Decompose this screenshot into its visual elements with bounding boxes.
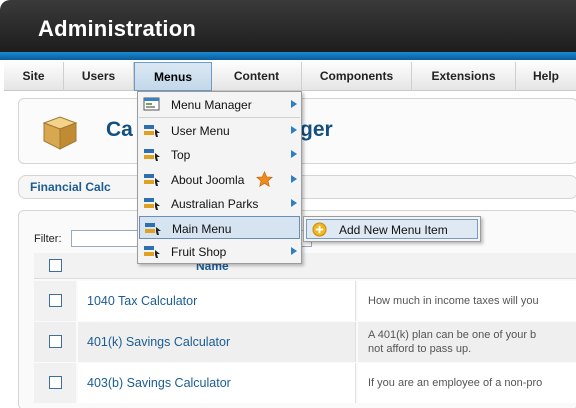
filter-input[interactable] (71, 230, 141, 247)
menus-dropdown: Menu Manager User Menu Top About Joomla (137, 91, 302, 264)
menu-extensions[interactable]: Extensions (412, 62, 516, 91)
main-menu-submenu: Add New Menu Item (303, 216, 481, 242)
table-row: 1040 Tax Calculator How much in income t… (34, 281, 576, 321)
table-row: 401(k) Savings Calculator A 401(k) plan … (34, 322, 576, 362)
subtab-financial[interactable]: Financial Calc (30, 180, 111, 194)
filter-label: Filter: (34, 233, 62, 245)
main-menubar: Site Users Menus Content Components Exte… (4, 62, 576, 91)
menu-site[interactable]: Site (4, 62, 64, 91)
row-description: If you are an employee of a non-pro (368, 377, 543, 389)
dropdown-item-label: Fruit Shop (171, 245, 227, 259)
select-all-checkbox[interactable] (49, 259, 62, 272)
menu-icon (144, 149, 160, 161)
menu-icon (144, 198, 160, 210)
menu-icon (144, 246, 160, 258)
row-name-link[interactable]: 401(k) Savings Calculator (87, 335, 230, 349)
row-checkbox[interactable] (49, 294, 62, 307)
home-star-icon (256, 171, 273, 188)
menu-menus[interactable]: Menus (134, 62, 212, 91)
admin-header: Administration (0, 0, 576, 58)
chevron-right-icon (291, 247, 297, 255)
dropdown-item-main-menu[interactable]: Main Menu (139, 216, 300, 239)
menu-icon (144, 125, 160, 137)
dropdown-item-label: Menu Manager (171, 98, 252, 112)
menu-help[interactable]: Help (516, 62, 576, 91)
menu-content[interactable]: Content (212, 62, 302, 91)
row-name-link[interactable]: 1040 Tax Calculator (87, 294, 197, 308)
box-icon (42, 116, 78, 150)
chevron-right-icon (291, 126, 297, 134)
table-row: 403(b) Savings Calculator If you are an … (34, 363, 576, 403)
row-description: A 401(k) plan can be one of your b (368, 329, 537, 341)
row-description: How much in income taxes will you (368, 295, 539, 307)
dropdown-item-label: About Joomla (171, 173, 245, 187)
menu-users[interactable]: Users (64, 62, 134, 91)
row-description-line2: not afford to pass up. (368, 343, 472, 355)
dropdown-item-menu-manager[interactable]: Menu Manager (139, 93, 300, 116)
menu-components[interactable]: Components (302, 62, 412, 91)
submenu-item-label: Add New Menu Item (339, 223, 448, 237)
dropdown-item-label: User Menu (171, 124, 230, 138)
row-checkbox[interactable] (49, 335, 62, 348)
dropdown-item-top[interactable]: Top (139, 143, 300, 166)
header-stripe (0, 52, 576, 60)
dropdown-item-label: Australian Parks (171, 197, 259, 211)
table-header (34, 253, 576, 279)
dropdown-item-australian-parks[interactable]: Australian Parks (139, 192, 300, 215)
row-checkbox[interactable] (49, 376, 62, 389)
dropdown-separator (139, 117, 300, 118)
row-name-link[interactable]: 403(b) Savings Calculator (87, 376, 231, 390)
dropdown-item-about-joomla[interactable]: About Joomla (139, 168, 300, 191)
dropdown-item-user-menu[interactable]: User Menu (139, 119, 300, 142)
add-icon (312, 222, 327, 237)
submenu-item-add-new-menu-item[interactable]: Add New Menu Item (306, 219, 478, 239)
menu-icon (144, 174, 160, 186)
chevron-right-icon (291, 199, 297, 207)
page-title-end: ger (300, 118, 333, 141)
dropdown-item-label: Main Menu (172, 222, 232, 236)
dropdown-item-fruit-shop[interactable]: Fruit Shop (139, 240, 300, 263)
chevron-right-icon (291, 150, 297, 158)
page-title: Ca (106, 118, 133, 141)
chevron-right-icon (291, 175, 297, 183)
chevron-right-icon (291, 100, 297, 108)
header-title: Administration (38, 16, 197, 41)
menu-icon (145, 223, 161, 235)
dropdown-item-label: Top (171, 148, 191, 162)
menu-manager-icon (143, 97, 160, 111)
